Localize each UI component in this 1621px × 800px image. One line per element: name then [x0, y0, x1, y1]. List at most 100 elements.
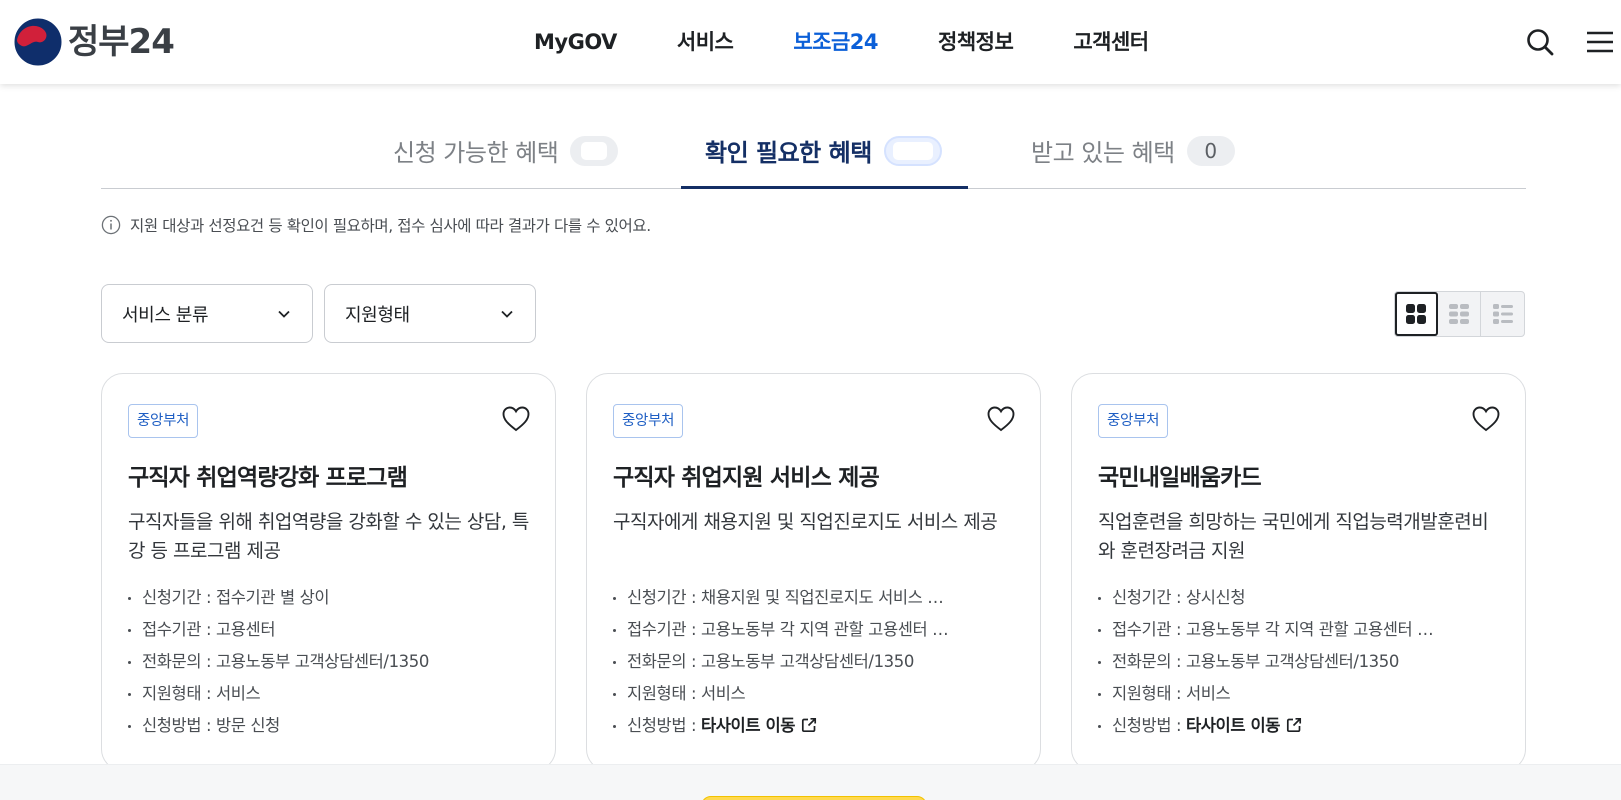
tab-count-badge: 0 — [1186, 135, 1235, 166]
list-view-button[interactable] — [1481, 292, 1524, 336]
tab-receiving-benefits[interactable]: 받고 있는 혜택 0 — [1031, 112, 1235, 189]
tab-label: 받고 있는 혜택 — [1031, 139, 1175, 167]
info-phone: 전화문의 : 고용노동부 고객상담센터/1350 — [1098, 650, 1499, 682]
heart-icon[interactable] — [986, 404, 1016, 434]
external-link-icon[interactable] — [1286, 717, 1302, 733]
taegeuk-logo-icon — [14, 18, 62, 66]
list-icon — [1492, 304, 1513, 324]
info-key: 신청방법 : — [1112, 716, 1186, 735]
main-navigation: MyGOV 서비스 보조금24 정책정보 고객센터 — [534, 24, 1209, 60]
info-support-type: 지원형태 : 서비스 — [128, 682, 529, 714]
card-title[interactable]: 구직자 취업지원 서비스 제공 — [613, 458, 1014, 492]
info-support-type: 지원형태 : 서비스 — [1098, 682, 1499, 714]
gov24-logo[interactable]: 정부24 — [14, 18, 175, 66]
external-link-icon[interactable] — [801, 717, 817, 733]
info-key: 지원형태 : — [142, 684, 216, 703]
compact-grid-view-button[interactable] — [1438, 292, 1481, 336]
search-icon[interactable] — [1524, 26, 1556, 58]
tab-needs-check-benefits[interactable]: 확인 필요한 혜택 — [705, 112, 942, 189]
tab-count-badge — [570, 135, 619, 166]
nav-policy-info[interactable]: 정책정보 — [938, 24, 1014, 60]
info-apply-method: 신청방법 : 타사이트 이동 — [1098, 714, 1499, 746]
filter-label: 지원형태 — [345, 304, 410, 326]
info-notice: 지원 대상과 선정요건 등 확인이 필요하며, 접수 심사에 따라 결과가 다를… — [101, 214, 651, 236]
info-value: 서비스 — [700, 684, 746, 703]
card-grid-view-button[interactable] — [1395, 292, 1438, 336]
support-type-select[interactable]: 지원형태 — [324, 284, 536, 343]
info-apply-method: 신청방법 : 타사이트 이동 — [613, 714, 1014, 746]
chevron-down-icon — [278, 310, 290, 318]
info-key: 신청기간 : — [1112, 588, 1186, 607]
info-key: 신청기간 : — [142, 588, 216, 607]
site-header: 정부24 MyGOV 서비스 보조금24 정책정보 고객센터 — [0, 0, 1621, 84]
view-mode-toggle — [1394, 291, 1525, 337]
info-key: 전화문의 : — [142, 652, 216, 671]
nav-services[interactable]: 서비스 — [677, 24, 734, 60]
info-apply-period: 신청기간 : 상시신청 — [1098, 586, 1499, 618]
info-value: 채용지원 및 직업진로지도 서비스 … — [700, 588, 944, 607]
info-value: 고용노동부 고객상담센터/1350 — [215, 652, 429, 671]
nav-mygov[interactable]: MyGOV — [534, 24, 617, 60]
logo-text: 정부24 — [68, 22, 175, 62]
category-badge: 중앙부처 — [613, 404, 684, 438]
info-key: 신청방법 : — [142, 716, 216, 735]
card-grid-icon — [1406, 304, 1426, 324]
info-value: 고용센터 — [215, 620, 276, 639]
info-value: 고용노동부 각 지역 관할 고용센터 … — [1185, 620, 1434, 639]
benefit-card[interactable]: 중앙부처 구직자 취업역량강화 프로그램 구직자들을 위해 취업역량을 강화할 … — [101, 373, 556, 771]
tab-label: 신청 가능한 혜택 — [393, 139, 559, 167]
info-value: 방문 신청 — [215, 716, 280, 735]
card-title[interactable]: 국민내일배움카드 — [1098, 458, 1499, 492]
external-site-link[interactable]: 타사이트 이동 — [701, 716, 795, 735]
info-agency: 접수기관 : 고용노동부 각 지역 관할 고용센터 … — [613, 618, 1014, 650]
info-key: 신청방법 : — [627, 716, 701, 735]
tab-count-value — [892, 141, 933, 160]
service-category-select[interactable]: 서비스 분류 — [101, 284, 313, 343]
active-tab-indicator — [681, 186, 968, 189]
card-info-list: 신청기간 : 채용지원 및 직업진로지도 서비스 … 접수기관 : 고용노동부 … — [613, 586, 1014, 746]
info-key: 전화문의 : — [1112, 652, 1186, 671]
benefit-card[interactable]: 중앙부처 국민내일배움카드 직업훈련을 희망하는 국민에게 직업능력개발훈련비와… — [1071, 373, 1526, 771]
info-value: 고용노동부 각 지역 관할 고용센터 … — [700, 620, 949, 639]
filter-label: 서비스 분류 — [122, 304, 209, 326]
info-key: 지원형태 : — [627, 684, 701, 703]
info-value: 서비스 — [215, 684, 261, 703]
info-value: 고용노동부 고객상담센터/1350 — [1185, 652, 1399, 671]
card-description: 직업훈련을 희망하는 국민에게 직업능력개발훈련비와 훈련장려금 지원 — [1098, 511, 1489, 562]
notice-text: 지원 대상과 선정요건 등 확인이 필요하며, 접수 심사에 따라 결과가 다를… — [130, 217, 651, 235]
nav-customer-center[interactable]: 고객센터 — [1073, 24, 1149, 60]
tab-label: 확인 필요한 혜택 — [705, 139, 872, 167]
chevron-down-icon — [501, 310, 513, 318]
info-support-type: 지원형태 : 서비스 — [613, 682, 1014, 714]
info-key: 지원형태 : — [1112, 684, 1186, 703]
info-apply-period: 신청기간 : 채용지원 및 직업진로지도 서비스 … — [613, 586, 1014, 618]
benefit-card[interactable]: 중앙부처 구직자 취업지원 서비스 제공 구직자에게 채용지원 및 직업진로지도… — [586, 373, 1041, 771]
bottom-fade-area — [0, 764, 1621, 800]
card-title[interactable]: 구직자 취업역량강화 프로그램 — [128, 458, 529, 492]
nav-subsidy24[interactable]: 보조금24 — [793, 24, 878, 60]
heart-icon[interactable] — [1471, 404, 1501, 434]
info-key: 접수기관 : — [1112, 620, 1186, 639]
benefit-tabs: 신청 가능한 혜택 확인 필요한 혜택 받고 있는 혜택 0 — [101, 112, 1526, 189]
floating-action-button[interactable] — [701, 796, 927, 800]
category-badge: 중앙부처 — [128, 404, 199, 438]
tab-count-badge — [883, 135, 942, 166]
info-value: 접수기관 별 상이 — [215, 588, 330, 607]
card-description: 구직자들을 위해 취업역량을 강화할 수 있는 상담, 특강 등 프로그램 제공 — [128, 511, 529, 562]
info-icon — [101, 215, 121, 235]
tab-count-value — [581, 141, 608, 160]
tab-available-benefits[interactable]: 신청 가능한 혜택 — [393, 112, 619, 189]
category-badge: 중앙부처 — [1098, 404, 1169, 438]
info-key: 신청기간 : — [627, 588, 701, 607]
external-site-link[interactable]: 타사이트 이동 — [1186, 716, 1280, 735]
info-apply-period: 신청기간 : 접수기관 별 상이 — [128, 586, 529, 618]
card-info-list: 신청기간 : 접수기관 별 상이 접수기관 : 고용센터 전화문의 : 고용노동… — [128, 586, 529, 746]
info-value: 고용노동부 고객상담센터/1350 — [700, 652, 914, 671]
info-agency: 접수기관 : 고용노동부 각 지역 관할 고용센터 … — [1098, 618, 1499, 650]
info-key: 접수기관 : — [142, 620, 216, 639]
info-apply-method: 신청방법 : 방문 신청 — [128, 714, 529, 746]
info-value: 상시신청 — [1185, 588, 1246, 607]
info-key: 접수기관 : — [627, 620, 701, 639]
heart-icon[interactable] — [501, 404, 531, 434]
hamburger-menu-icon[interactable] — [1584, 26, 1616, 58]
